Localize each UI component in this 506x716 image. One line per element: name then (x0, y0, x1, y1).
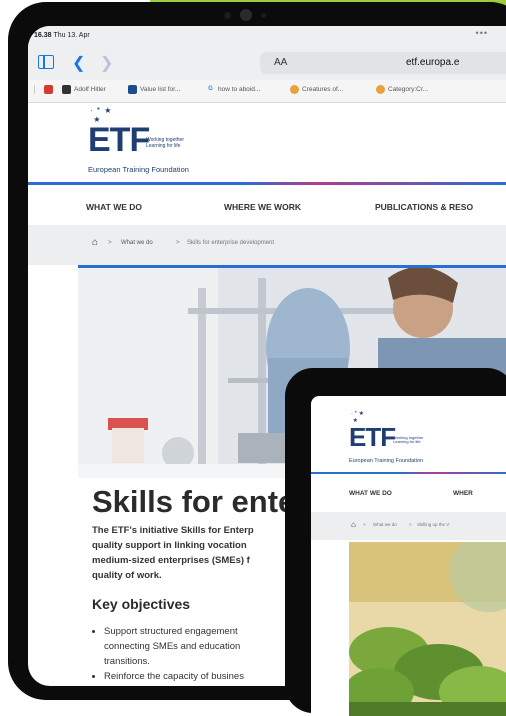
plant-photo (349, 542, 506, 716)
key-objectives-heading: Key objectives (92, 596, 191, 612)
wiki-icon (376, 85, 385, 94)
url-text[interactable]: etf.europa.e (406, 57, 459, 68)
home-icon[interactable]: ⌂ (92, 237, 98, 248)
nav-publications[interactable]: PUBLICATIONS & RESO (375, 202, 473, 212)
home-icon[interactable]: ⌂ (351, 520, 356, 529)
bookmark-item[interactable]: Creatures of... (290, 85, 343, 94)
breadcrumb-what-we-do[interactable]: What we do (121, 240, 153, 246)
status-time: 16.38 Thu 13. Apr (34, 32, 90, 39)
browser-toolbar: ❮ ❯ AA etf.europa.e (28, 46, 506, 80)
bookmark-favicon-icon (128, 85, 137, 94)
header-gradient-rule (311, 472, 506, 474)
breadcrumb-current: Skills for enterprise development (187, 240, 275, 246)
breadcrumb-what-we-do[interactable]: What we do (373, 522, 397, 527)
header-gradient-rule (28, 182, 506, 185)
forward-chevron-icon[interactable]: ❯ (100, 53, 113, 73)
etf-logo[interactable]: ETF (349, 424, 396, 450)
multitask-dots[interactable]: ••• (476, 28, 488, 38)
breadcrumb: ⌂ > What we do > Skills for enterprise d… (28, 225, 506, 265)
nav-what-we-do[interactable]: WHAT WE DO (349, 490, 392, 497)
page-title: Skills for ente (92, 484, 296, 519)
wiki-icon (290, 85, 299, 94)
sidebar-toggle-icon[interactable] (38, 55, 54, 69)
breadcrumb-separator: > (409, 522, 412, 527)
intro-paragraph: The ETF's initiative Skills for Enterp q… (92, 525, 254, 581)
sensor-dot (261, 13, 266, 18)
back-chevron-icon[interactable]: ❮ (72, 53, 85, 73)
bookmark-item[interactable]: Value list for... (128, 85, 180, 94)
bookmark-red-icon[interactable] (44, 85, 56, 94)
org-name: European Training Foundation (88, 165, 189, 174)
breadcrumb-separator: > (363, 522, 366, 527)
text-size-button[interactable]: AA (274, 57, 287, 68)
breadcrumb: ⌂ > What we do > Skilling up the V (311, 512, 506, 540)
etf-tagline: Working together Learning for life (146, 137, 184, 149)
bookmark-item[interactable]: Adolf Hitler (62, 85, 106, 94)
google-icon: G (208, 86, 213, 92)
bookmark-item[interactable]: Category:Cr... (376, 85, 428, 94)
bookmark-divider (34, 85, 38, 94)
second-tablet-device: · * ★ ★ ETF Working together Learning for… (285, 368, 506, 716)
hero-image (349, 542, 506, 716)
second-tablet-screen: · * ★ ★ ETF Working together Learning for… (311, 396, 506, 716)
bookmark-item[interactable]: Ghow to aboid... (206, 85, 260, 94)
etf-logo[interactable]: ETF (88, 123, 150, 157)
nav-where-we-work[interactable]: WHER (453, 490, 473, 497)
bookmark-favicon-icon (44, 85, 53, 94)
nav-where-we-work[interactable]: WHERE WE WORK (224, 202, 301, 212)
sensor-dot (224, 12, 231, 19)
bookmarks-bar: Adolf Hitler Value list for... Ghow to a… (28, 80, 506, 103)
breadcrumb-separator: > (176, 240, 180, 246)
status-bar: 16.38 Thu 13. Apr ••• (28, 26, 506, 46)
address-bar[interactable]: AA etf.europa.e (260, 52, 506, 74)
etf-tagline: Working together Learning for life (393, 435, 424, 445)
breadcrumb-separator: > (108, 240, 112, 246)
nav-what-we-do[interactable]: WHAT WE DO (86, 202, 142, 212)
bookmark-favicon-icon (62, 85, 71, 94)
front-camera (240, 9, 252, 21)
org-name: European Training Foundation (349, 458, 423, 464)
breadcrumb-current: Skilling up the V (417, 522, 450, 527)
